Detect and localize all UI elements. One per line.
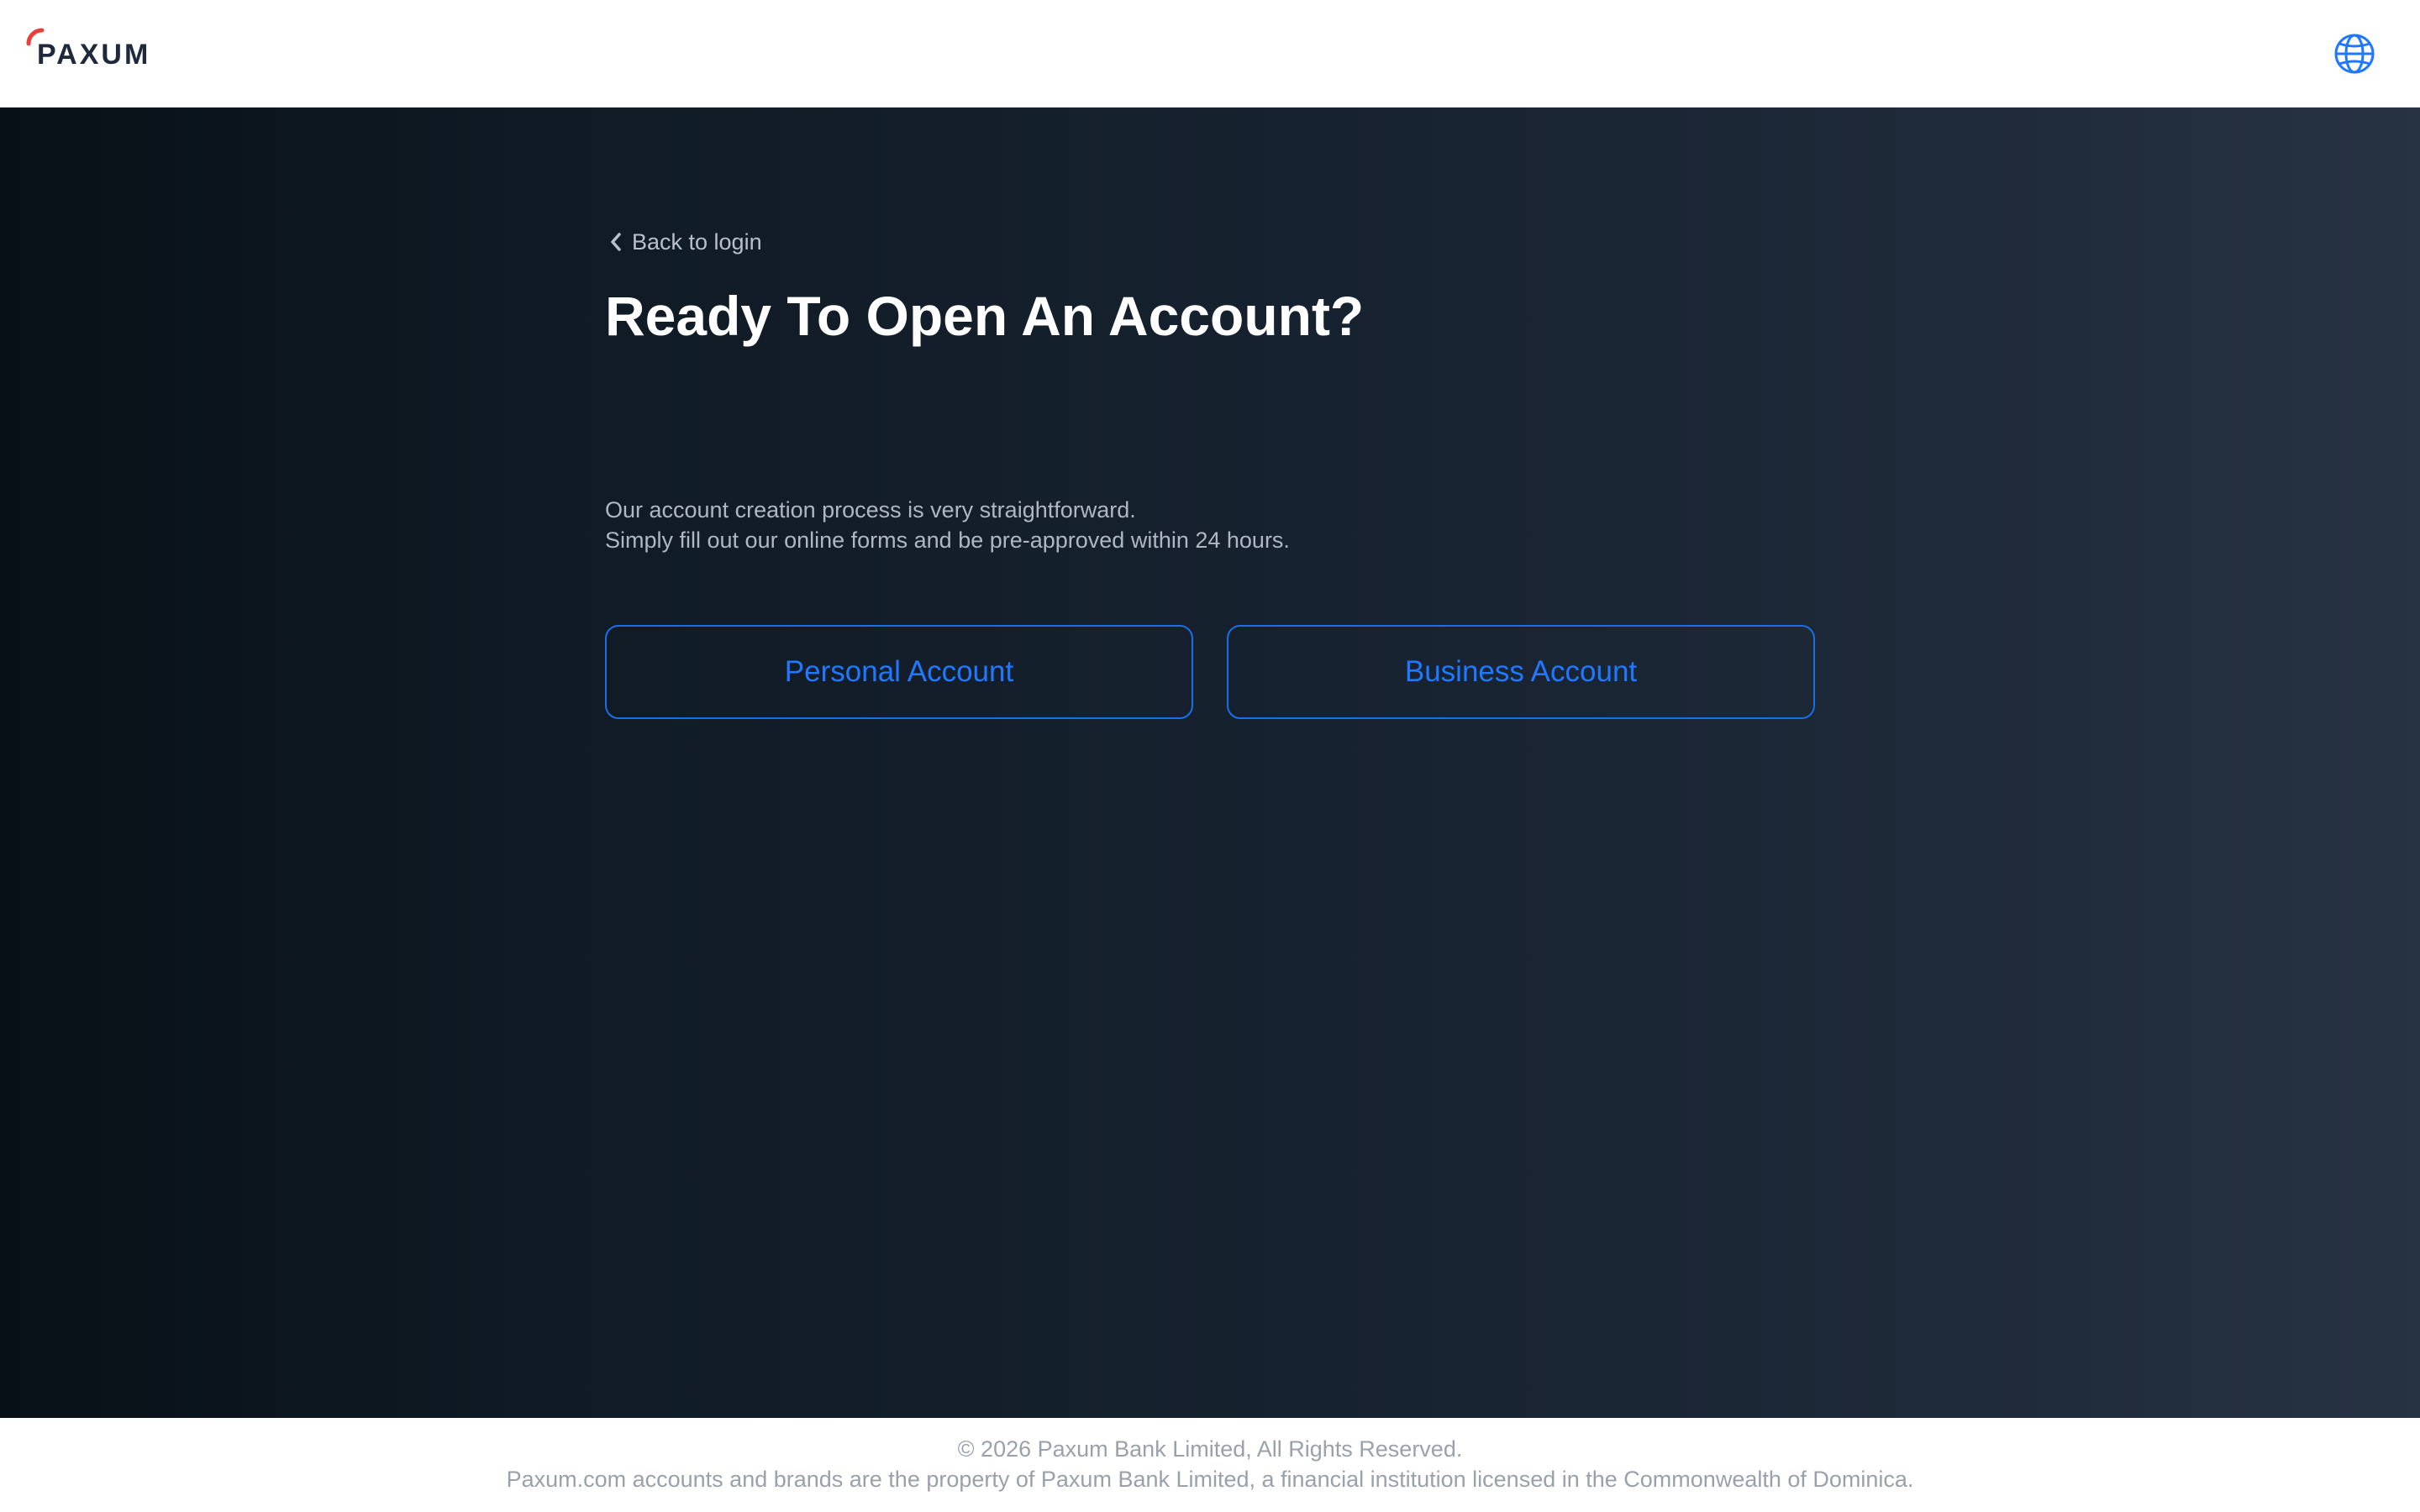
description-line-2: Simply fill out our online forms and be … xyxy=(605,528,1290,553)
back-to-login-link[interactable]: Back to login xyxy=(605,225,762,259)
chevron-left-icon xyxy=(611,233,621,251)
back-link-label: Back to login xyxy=(632,228,762,255)
top-bar: PAXUM xyxy=(0,0,2420,108)
globe-icon[interactable] xyxy=(2333,32,2376,76)
paxum-logo[interactable]: PAXUM xyxy=(24,25,192,76)
footer-copyright: © 2026 Paxum Bank Limited, All Rights Re… xyxy=(957,1436,1463,1462)
description-line-1: Our account creation process is very str… xyxy=(605,497,1136,522)
footer-legal-notice: Paxum.com accounts and brands are the pr… xyxy=(506,1467,1914,1492)
page-title: Ready To Open An Account? xyxy=(605,285,1365,347)
logo-text: PAXUM xyxy=(37,39,151,71)
footer: © 2026 Paxum Bank Limited, All Rights Re… xyxy=(0,1418,2420,1512)
personal-account-button[interactable]: Personal Account xyxy=(605,625,1193,719)
business-account-button[interactable]: Business Account xyxy=(1227,625,1815,719)
main-section: Back to login Ready To Open An Account? … xyxy=(0,108,2420,1418)
